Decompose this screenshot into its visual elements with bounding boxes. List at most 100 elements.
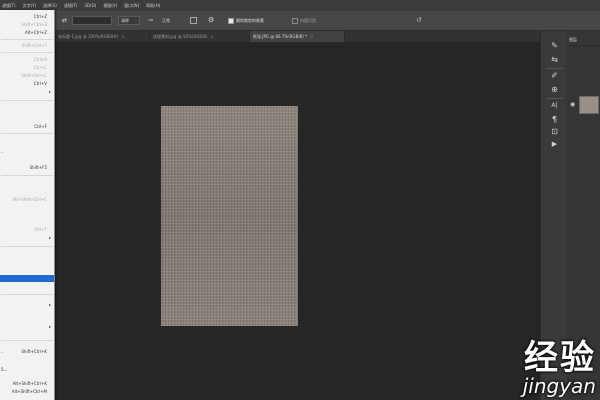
shortcut-label: Alt+Shift+Ctrl+C [12,197,47,202]
menu-divider [1,52,53,53]
menu-help[interactable]: 帮助(H) [146,3,160,9]
options-bar: ⇄ 清除 ⊸ 正常 ⚙ 删除裁剪的像素 内容识别 ↺ [0,11,600,31]
close-icon[interactable]: × [211,34,214,39]
gear-icon[interactable]: ⚙ [208,16,215,25]
menu-divider [1,246,53,247]
menu-item[interactable]: Ctrl+F [0,123,54,130]
reset-icon[interactable]: ↺ [416,16,424,25]
menu-item[interactable]: Ctrl+C [0,64,54,71]
menu-item-label: .. [1,349,4,354]
layer-thumbnail[interactable] [579,96,599,114]
tab-document-3[interactable]: 纸张.JPG @ 66.7%(RGB/8) * × [250,31,345,42]
menu-item[interactable] [0,266,54,273]
dock-divider [546,98,563,99]
delete-cropped-checkbox[interactable] [228,18,234,24]
edit-menu: Ctrl+Z Shift+Ctrl+Z Alt+Ctrl+Z Shift+Ctr… [0,10,55,400]
content-aware-checkbox[interactable] [292,18,298,24]
canvas-image[interactable] [161,106,298,326]
submenu-item[interactable]: ▸ [0,301,54,308]
menu-item[interactable]: Shift+F5 [0,164,54,171]
eye-icon[interactable]: ◉ [570,101,575,108]
shortcut-label: Shift+F5 [29,165,47,170]
menu-item[interactable]: .. [0,148,54,155]
watermark: 经验 jingyan [523,340,596,396]
document-tabs: 未标题-1.jpg @ 100%(RGB/8#) × 纹理素材.jpg @ 50%… [55,31,540,42]
menu-type[interactable]: 文字(Y) [23,3,37,9]
menu-item[interactable]: Shift+Ctrl+Z [0,21,54,28]
adjust-icon[interactable]: ⇆ [549,55,560,65]
menu-item[interactable]: Alt+Shift+Ctrl+M [0,388,54,395]
menu-item-selected[interactable] [0,275,54,282]
menu-item[interactable]: Alt+Shift+Ctrl+K [0,380,54,387]
grid-overlay-icon[interactable] [190,17,197,24]
menu-3d[interactable]: 3D(D) [84,3,96,8]
menu-view[interactable]: 视图(V) [103,3,117,9]
chevron-right-icon: ▸ [48,302,51,307]
shortcut-label: Alt+Shift+Ctrl+M [11,389,47,394]
menu-item[interactable] [0,284,54,291]
menu-divider [1,340,53,341]
shortcut-label: Shift+Ctrl+F [21,43,47,48]
menu-item[interactable]: Shift+Ctrl+C [0,72,54,79]
shortcut-label: Shift+Ctrl+K [21,349,47,354]
paint-icon[interactable]: ✐ [549,71,560,81]
fill-mode-label[interactable]: 正常 [162,16,184,25]
swap-icon[interactable]: ⇄ [62,16,68,25]
shortcut-label: Alt+Shift+Ctrl+K [12,381,47,386]
tab-document-1[interactable]: 未标题-1.jpg @ 100%(RGB/8#) × [55,31,150,42]
play-icon[interactable]: ▶ [549,139,560,149]
delete-cropped-label: 删除裁剪的像素 [236,18,264,23]
clear-button[interactable]: 清除 [118,16,140,25]
menu-item-label: .. [1,149,4,154]
shortcut-label: Shift+Ctrl+Z [21,22,47,27]
menu-item[interactable]: Ctrl+V [0,80,54,87]
menu-item-label: 5... [1,367,8,372]
menu-item[interactable] [0,115,54,122]
menu-item[interactable]: Ctrl+X [0,56,54,63]
menu-divider [1,39,53,40]
shortcut-label: Ctrl+F [34,124,47,129]
menu-select[interactable]: 选择(S) [43,3,57,9]
menu-divider [1,133,53,134]
shortcut-label: Ctrl+C [33,65,47,70]
chevron-right-icon: ▸ [48,89,51,94]
menu-item[interactable]: Alt+Shift+Ctrl+C [0,196,54,203]
chevron-right-icon: ▸ [48,324,51,329]
menu-filter[interactable]: 滤镜(T) [2,3,16,9]
size-input[interactable] [72,16,112,25]
menu-filter-2[interactable]: 滤镜(T) [64,3,78,9]
straighten-icon[interactable]: ⊸ [148,16,154,25]
brush-icon[interactable]: ✎ [549,41,560,51]
submenu-item[interactable]: ▸ [0,88,54,95]
menu-item[interactable]: Ctrl+Z [0,13,54,20]
menu-item[interactable]: .. Shift+Ctrl+K [0,348,54,355]
menu-divider [1,175,53,176]
shortcut-label: Ctrl+Z [33,14,47,19]
paragraph-icon[interactable]: ¶ [549,115,560,125]
content-aware-label: 内容识别 [300,18,316,23]
menu-item[interactable] [0,208,54,215]
close-icon[interactable]: × [310,34,313,39]
menu-item[interactable]: Ctrl+T [0,226,54,233]
menu-bar: 滤镜(T) 文字(Y) 选择(S) 滤镜(T) 3D(D) 视图(V) 窗口(W… [0,0,600,11]
layers-tab[interactable]: 图层 [569,37,577,43]
close-icon[interactable]: × [121,34,124,39]
dock-divider [546,68,563,69]
shape-icon[interactable]: ⊡ [549,127,560,137]
tab-label: 纸张.JPG @ 66.7%(RGB/8) * [253,33,308,39]
character-icon[interactable]: A| [549,101,560,111]
shortcut-label: Ctrl+T [34,227,47,232]
menu-window[interactable]: 窗口(W) [124,3,139,9]
submenu-item[interactable]: ▸ [0,323,54,330]
stamp-icon[interactable]: ⊕ [549,85,560,95]
shortcut-label: Ctrl+V [33,81,47,86]
submenu-item[interactable]: ▸ [0,234,54,241]
tab-document-2[interactable]: 纹理素材.jpg @ 50%(RGB/8) × [150,31,250,42]
shortcut-label: Shift+Ctrl+C [21,73,47,78]
menu-item[interactable]: Shift+Ctrl+F [0,42,54,49]
panel-divider [567,45,600,46]
menu-item[interactable]: Alt+Ctrl+Z [0,29,54,36]
menu-item[interactable]: 5... [0,366,54,373]
watermark-url: jingyan [522,374,596,398]
shortcut-label: Alt+Ctrl+Z [25,30,47,35]
